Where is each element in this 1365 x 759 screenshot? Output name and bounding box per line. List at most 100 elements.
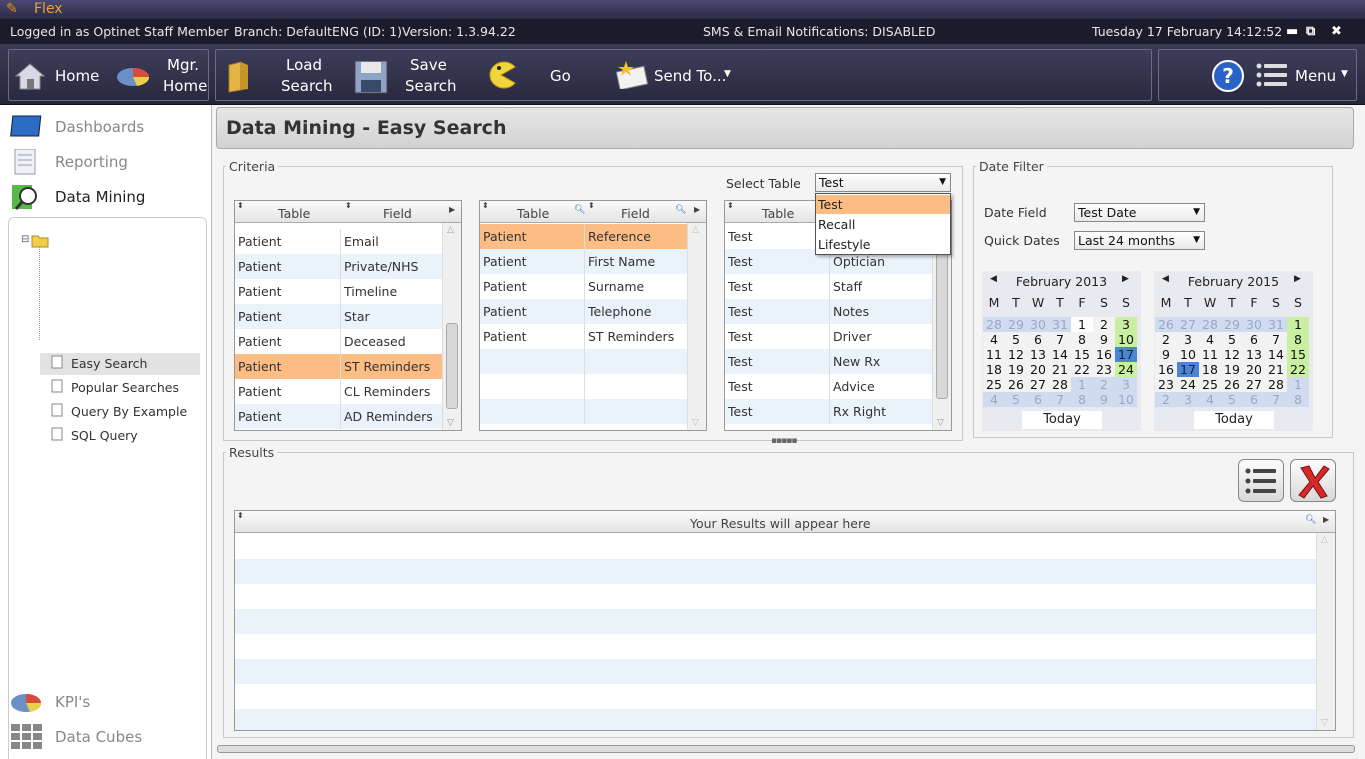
results-scrollbar[interactable]: △ ▽ [1316, 533, 1335, 730]
collapse-icon[interactable]: ⊟ [21, 234, 29, 245]
minimize-button[interactable]: ▬ [1286, 19, 1298, 44]
calendar-day[interactable]: 4 [983, 392, 1005, 407]
select-table-combo[interactable]: Test ▼ [815, 173, 951, 192]
calendar-day[interactable]: 5 [1221, 392, 1243, 407]
calendar-day[interactable]: 4 [983, 332, 1005, 347]
calendar-day[interactable]: 28 [1199, 317, 1221, 332]
grid-row[interactable] [480, 399, 687, 424]
calendar-day[interactable]: 31 [1049, 317, 1071, 332]
prev-month-icon[interactable]: ◀ [990, 274, 997, 284]
quick-dates-combo[interactable]: Last 24 months ▼ [1074, 231, 1205, 250]
calendar-day[interactable]: 10 [1115, 392, 1137, 407]
scroll-down-icon[interactable]: ▽ [447, 418, 454, 428]
grid-row[interactable]: Test Driver [725, 324, 932, 349]
calendar-day[interactable]: 31 [1265, 317, 1287, 332]
calendar-day[interactable]: 30 [1027, 317, 1049, 332]
calendar-day[interactable]: 15 [1287, 347, 1309, 362]
grid-row[interactable]: Test Advice [725, 374, 932, 399]
prev-month-icon[interactable]: ◀ [1162, 274, 1169, 284]
save-search-button[interactable]: Save Search [352, 53, 457, 99]
grid-row[interactable]: Patient Email [235, 229, 442, 254]
calendar-day[interactable]: 9 [1093, 332, 1115, 347]
calendar-day[interactable]: 7 [1265, 392, 1287, 407]
calendar-day[interactable]: 30 [1243, 317, 1265, 332]
search-icon[interactable]: 🔍︎ [1305, 515, 1316, 525]
sidebar-item-reporting[interactable]: Reporting [10, 149, 200, 175]
help-button[interactable]: ? [1211, 59, 1245, 93]
grid-row[interactable]: Patient First Name [480, 249, 687, 274]
load-search-button[interactable]: Load Search [224, 53, 333, 99]
column-chooser-button[interactable] [1238, 459, 1284, 502]
calendar-day[interactable]: 4 [1199, 332, 1221, 347]
calendar-day[interactable]: 6 [1243, 392, 1265, 407]
tree-item-easy-search[interactable]: Easy Search [71, 356, 147, 371]
calendar-day[interactable]: 20 [1243, 362, 1265, 377]
calendar-day[interactable]: 28 [1049, 377, 1071, 392]
calendar-day[interactable]: 1 [1071, 377, 1093, 392]
clear-results-button[interactable] [1290, 459, 1336, 502]
calendar-day[interactable]: 7 [1049, 332, 1071, 347]
calendar-day[interactable]: 6 [1027, 392, 1049, 407]
dropdown-option[interactable]: Test [816, 195, 950, 214]
grid-row[interactable]: Patient Surname [480, 274, 687, 299]
calendar-day[interactable]: 21 [1265, 362, 1287, 377]
calendar-day[interactable]: 24 [1115, 362, 1137, 377]
calendar-day[interactable]: 23 [1093, 362, 1115, 377]
calendar-day[interactable]: 24 [1177, 377, 1199, 392]
calendar-day[interactable]: 7 [1265, 332, 1287, 347]
home-button[interactable]: Home [13, 63, 105, 90]
calendar-day[interactable]: 10 [1115, 332, 1137, 347]
calendar-day[interactable]: 27 [1177, 317, 1199, 332]
calendar-day[interactable]: 9 [1155, 347, 1177, 362]
calendar-day[interactable]: 29 [1005, 317, 1027, 332]
mgr-home-button[interactable]: Mgr. Home [113, 53, 208, 99]
grid-row[interactable]: Patient Telephone [480, 299, 687, 324]
next-month-icon[interactable]: ▶ [1122, 274, 1129, 284]
close-button[interactable]: ✖ [1331, 19, 1342, 44]
grid-row[interactable]: Patient Star [235, 304, 442, 329]
calendar-day[interactable]: 5 [1005, 332, 1027, 347]
calendar-day[interactable]: 14 [1049, 347, 1071, 362]
go-button[interactable]: Go [484, 61, 574, 89]
calendar-day[interactable]: 26 [1221, 377, 1243, 392]
calendar-day[interactable]: 16 [1093, 347, 1115, 362]
calendar-day[interactable]: 2 [1093, 317, 1115, 332]
calendar-day[interactable]: 8 [1071, 332, 1093, 347]
sidebar-item-data-cubes[interactable]: Data Cubes [10, 724, 200, 749]
calendar-day[interactable]: 26 [1005, 377, 1027, 392]
grid-row[interactable]: Test Notes [725, 299, 932, 324]
menu-button[interactable]: Menu ▼ [1255, 63, 1351, 89]
calendar-day[interactable]: 25 [1199, 377, 1221, 392]
chevron-right-icon[interactable]: ▶ [1323, 515, 1329, 524]
sidebar-item-data-mining[interactable]: Data Mining [10, 185, 200, 210]
calendar-day[interactable]: 9 [1093, 392, 1115, 407]
calendar-day[interactable]: 15 [1071, 347, 1093, 362]
calendar-day[interactable]: 17 [1177, 362, 1199, 377]
grid-row[interactable]: Patient ST Reminders [235, 354, 442, 379]
calendar-day[interactable]: 26 [1155, 317, 1177, 332]
col-table-header[interactable]: Table [517, 206, 549, 221]
calendar-day[interactable]: 19 [1221, 362, 1243, 377]
dropdown-option[interactable]: Lifestyle [816, 235, 950, 254]
calendar-day[interactable]: 12 [1005, 347, 1027, 362]
grid-row[interactable]: Patient CL Reminders [235, 379, 442, 404]
today-button[interactable]: Today [1022, 411, 1102, 429]
calendar-day[interactable]: 6 [1243, 332, 1265, 347]
date-field-combo[interactable]: Test Date ▼ [1074, 203, 1205, 222]
scroll-thumb[interactable] [936, 253, 948, 399]
calendar-day[interactable]: 27 [1027, 377, 1049, 392]
calendar-day[interactable]: 1 [1071, 317, 1093, 332]
grid-row[interactable] [480, 374, 687, 399]
calendar-day[interactable]: 3 [1177, 332, 1199, 347]
calendar-day[interactable]: 21 [1049, 362, 1071, 377]
col-table-header[interactable]: Table [762, 206, 794, 221]
scroll-up-icon[interactable]: △ [692, 225, 699, 235]
calendar-day[interactable]: 14 [1265, 347, 1287, 362]
calendar-day[interactable]: 2 [1155, 392, 1177, 407]
next-month-icon[interactable]: ▶ [1294, 274, 1301, 284]
today-button[interactable]: Today [1194, 411, 1274, 429]
col-field-header[interactable]: Field [621, 206, 650, 221]
scroll-down-icon[interactable]: ▽ [937, 418, 944, 428]
grid-row[interactable]: Patient AD Reminders [235, 404, 442, 429]
calendar-day[interactable]: 3 [1177, 392, 1199, 407]
